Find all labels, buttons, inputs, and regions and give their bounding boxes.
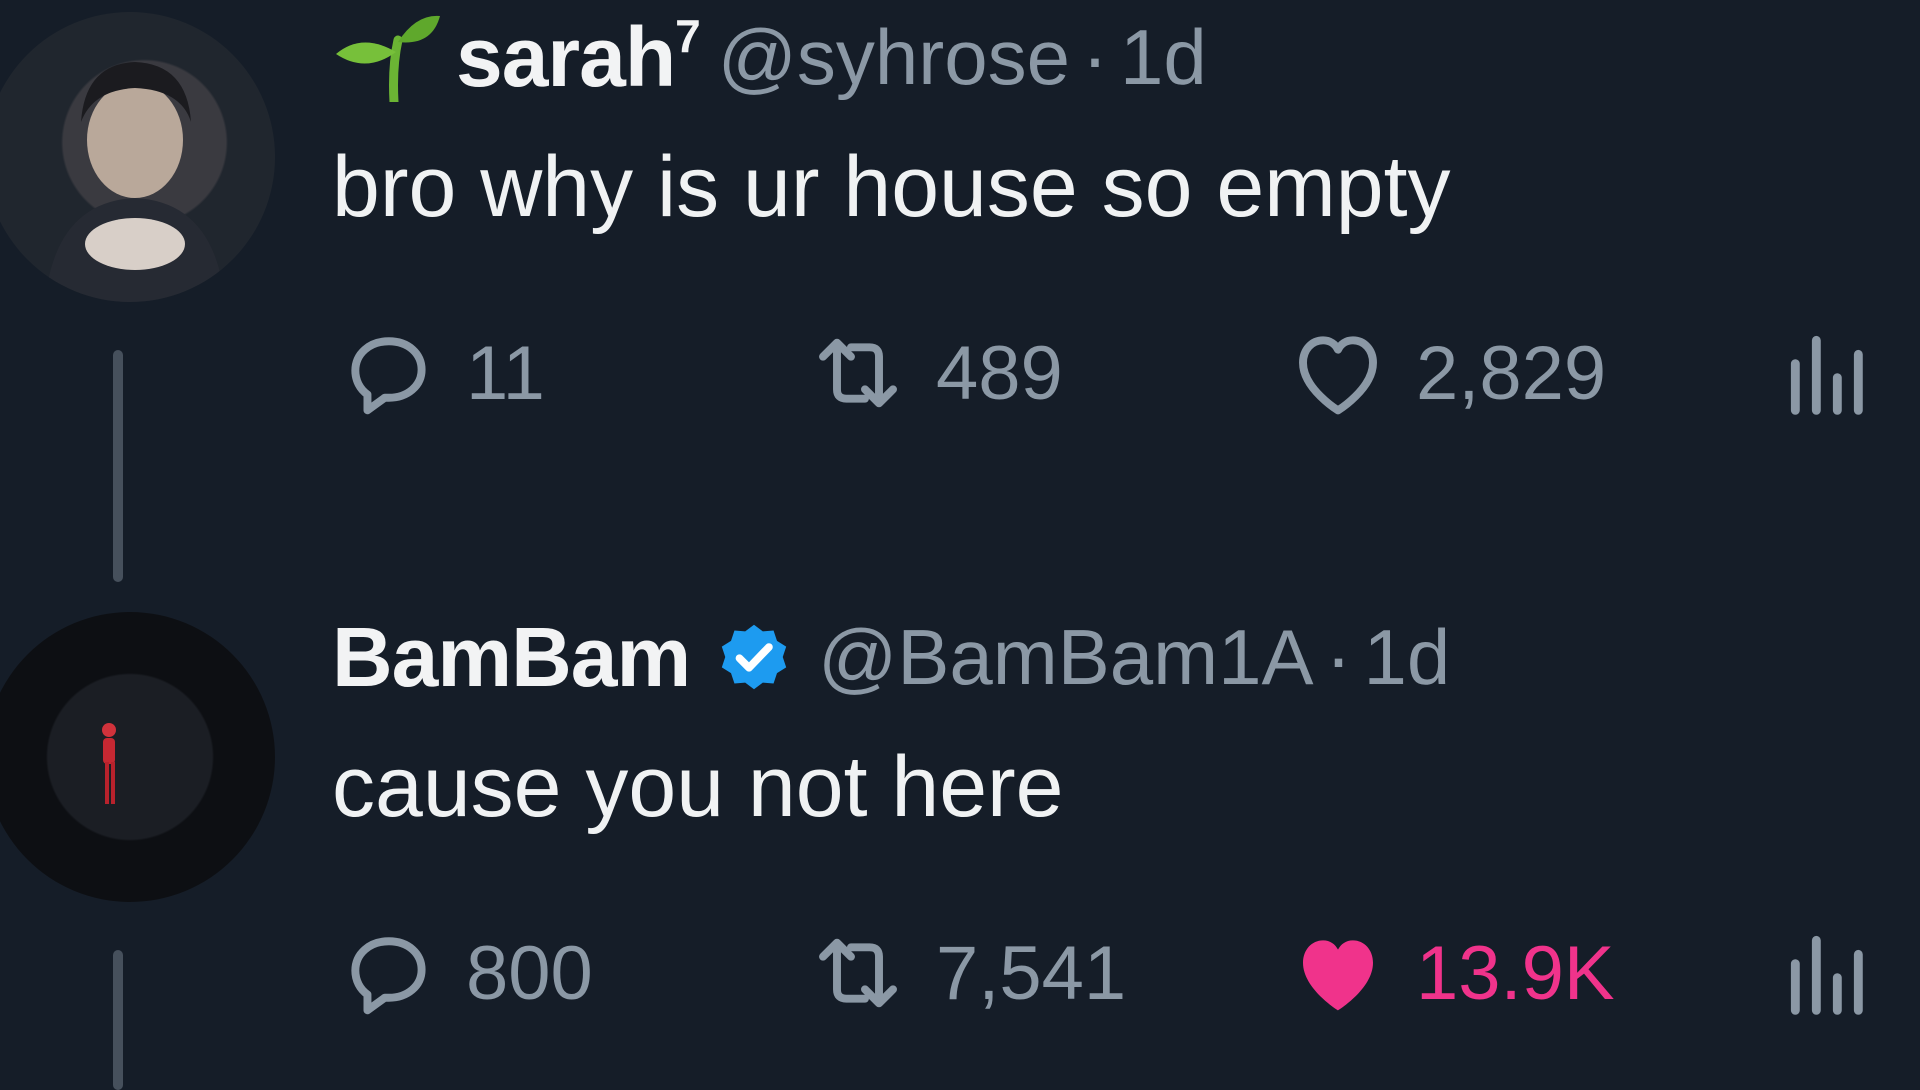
retweet-button[interactable]: 489 [802, 318, 1063, 428]
like-button[interactable]: 13.9K [1282, 918, 1615, 1028]
heart-filled-icon [1303, 940, 1373, 1011]
views-button[interactable] [1772, 918, 1884, 1028]
user-handle[interactable]: @BamBam1A [818, 612, 1313, 703]
reply-count: 11 [466, 330, 545, 416]
tweet-header: sarah7 @syhrose · 1d [332, 10, 1207, 104]
tweet-text: cause you not here [332, 739, 1064, 835]
retweet-button[interactable]: 7,541 [802, 918, 1126, 1028]
retweet-count: 7,541 [936, 930, 1127, 1016]
analytics-icon [1790, 335, 1863, 415]
avatar[interactable] [0, 612, 275, 902]
display-name[interactable]: sarah7 [456, 9, 701, 106]
avatar[interactable] [0, 12, 275, 302]
display-name[interactable]: BamBam [332, 609, 691, 706]
reply-icon [351, 337, 426, 415]
seedling-icon [336, 15, 440, 102]
tweet[interactable]: BamBam @BamBam1A · 1d cause you not here… [0, 600, 1920, 1090]
name-superscript: 7 [675, 9, 701, 62]
separator-dot: · [1325, 612, 1352, 701]
tweet-header: BamBam @BamBam1A · 1d [332, 610, 1450, 704]
views-button[interactable] [1772, 318, 1884, 428]
tweet-actions: 11 489 2,829 [332, 318, 1920, 428]
tweet[interactable]: sarah7 @syhrose · 1d bro why is ur house… [0, 0, 1920, 600]
timestamp[interactable]: 1d [1120, 12, 1207, 103]
reply-button[interactable]: 800 [332, 918, 593, 1028]
tweet-text: bro why is ur house so empty [332, 139, 1451, 235]
thread-connector-line [113, 350, 123, 582]
avatar-image [45, 62, 225, 302]
avatar-image [102, 723, 116, 804]
user-handle[interactable]: @syhrose [718, 12, 1070, 103]
retweet-count: 489 [936, 330, 1063, 416]
heart-outline-icon [1299, 336, 1377, 415]
retweet-icon [819, 338, 897, 408]
tweet-actions: 800 7,541 13.9K [332, 918, 1920, 1028]
reply-icon [351, 937, 426, 1015]
verified-badge-icon[interactable] [708, 611, 800, 703]
like-button[interactable]: 2,829 [1282, 318, 1606, 428]
like-count: 13.9K [1416, 930, 1615, 1016]
reply-button[interactable]: 11 [332, 318, 545, 428]
timestamp[interactable]: 1d [1363, 612, 1450, 703]
reply-count: 800 [466, 930, 593, 1016]
separator-dot: · [1082, 12, 1109, 101]
analytics-icon [1790, 935, 1863, 1015]
thread-connector-line [113, 950, 123, 1090]
retweet-icon [819, 938, 897, 1008]
like-count: 2,829 [1416, 330, 1607, 416]
